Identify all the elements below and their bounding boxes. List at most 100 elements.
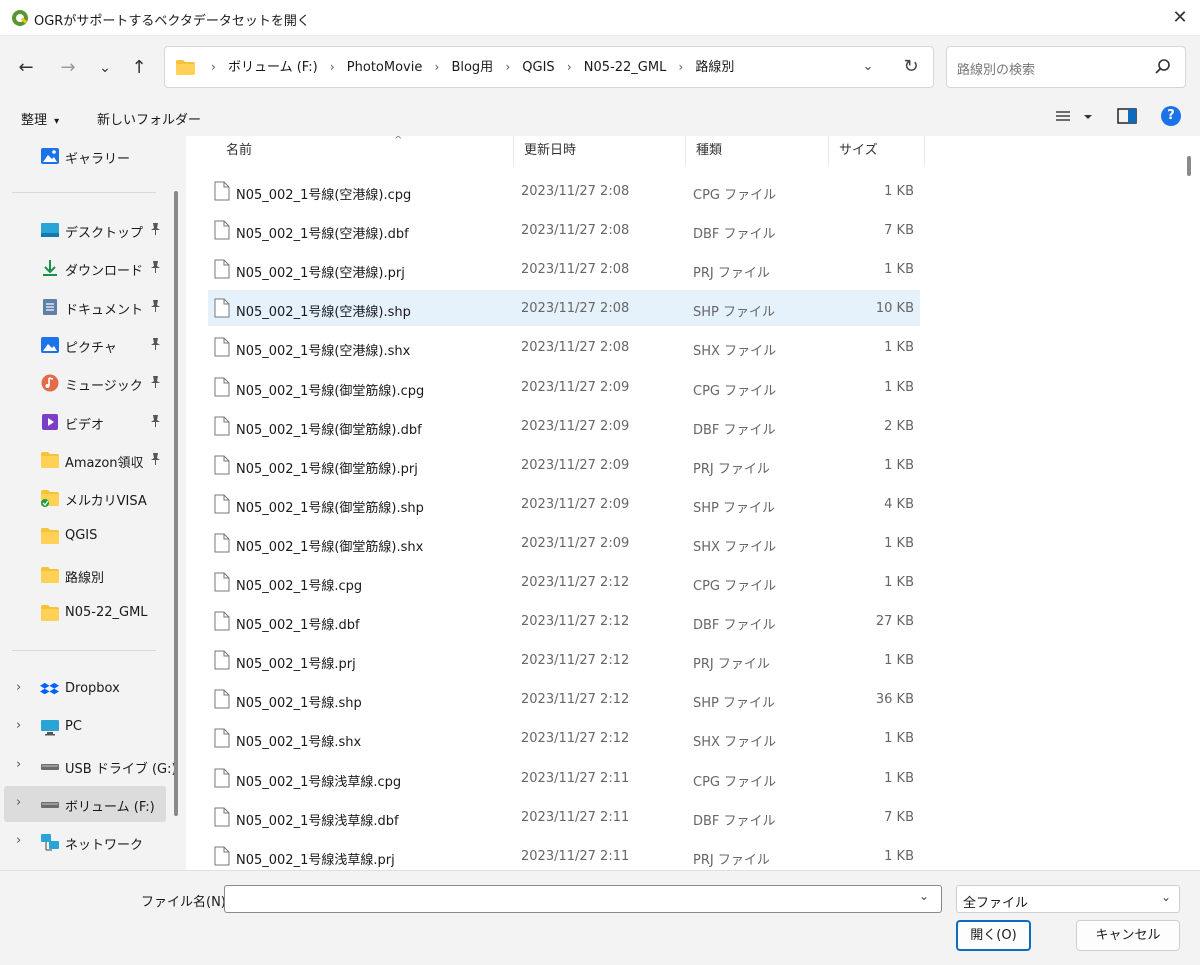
cancel-button[interactable]: キャンセル [1076, 920, 1180, 951]
network-icon [41, 834, 59, 851]
chevron-right-icon[interactable]: › [16, 757, 21, 772]
sidebar-item-[interactable]: ダウンロード [0, 250, 166, 286]
filename-input[interactable] [224, 885, 942, 913]
chevron-right-icon[interactable]: › [16, 718, 21, 733]
help-icon[interactable]: ? [1161, 106, 1181, 126]
file-icon [214, 494, 230, 514]
refresh-button[interactable]: ↻ [899, 55, 923, 79]
file-type: PRJ ファイル [693, 852, 770, 868]
file-list-scrollbar[interactable] [1187, 156, 1191, 176]
column-header-type[interactable]: 種類 [686, 136, 829, 166]
forward-button[interactable]: → [55, 56, 81, 80]
sidebar-item-dropbox[interactable]: › Dropbox [0, 671, 166, 707]
search-input[interactable]: 路線別の検索 [946, 46, 1186, 88]
recent-locations-button[interactable]: ⌄ [92, 56, 118, 80]
file-row[interactable]: N05_002_1号線(空港線).shp 2023/11/27 2:08 SHP フ… [208, 290, 920, 327]
file-name: N05_002_1号線(御堂筋線).prj [236, 461, 418, 477]
breadcrumb-separator[interactable]: › [678, 60, 683, 74]
filetype-dropdown-icon: ⌄ [1161, 890, 1172, 904]
file-row[interactable]: N05_002_1号線(空港線).dbf 2023/11/27 2:08 DBF フ… [208, 212, 920, 248]
breadcrumb-item-photomovie[interactable]: PhotoMovie [347, 60, 423, 75]
file-modified-date: 2023/11/27 2:08 [521, 301, 630, 317]
title-bar: OGRがサポートするベクタデータセットを開く ✕ [0, 0, 1200, 36]
breadcrumb-item-qgis[interactable]: QGIS [522, 60, 554, 75]
file-type: SHP ファイル [693, 500, 775, 516]
sidebar-item-[interactable]: ドキュメント [0, 289, 166, 325]
back-button[interactable]: ← [13, 56, 39, 80]
organize-button[interactable]: 整理 ▾ [21, 109, 59, 128]
sidebar-item-visa[interactable]: メルカリVISA [0, 480, 166, 516]
file-row[interactable]: N05_002_1号線(御堂筋線).dbf 2023/11/27 2:09 DBF … [208, 408, 920, 444]
sidebar-divider [12, 650, 156, 651]
breadcrumb-item-n05-22-gml[interactable]: N05-22_GML [584, 60, 667, 75]
column-header-name[interactable]: 名前 ^ [216, 136, 514, 166]
file-row[interactable]: N05_002_1号線(御堂筋線).shx 2023/11/27 2:09 SHX … [208, 525, 920, 561]
sidebar-item-[interactable]: ビデオ [0, 404, 166, 440]
file-name: N05_002_1号線.dbf [236, 618, 360, 634]
sidebar-item-pc[interactable]: › PC [0, 709, 166, 745]
file-size: 1 KB [884, 379, 914, 395]
file-row[interactable]: N05_002_1号線浅草線.dbf 2023/11/27 2:11 DBF ファイ… [208, 799, 920, 835]
file-row[interactable]: N05_002_1号線(空港線).cpg 2023/11/27 2:08 CPG フ… [208, 173, 920, 209]
sidebar-item-amazon[interactable]: Amazon領収 [0, 442, 166, 478]
breadcrumb-separator[interactable]: › [330, 60, 335, 74]
sidebar-item-[interactable]: ピクチャ [0, 327, 166, 363]
sidebar-item-f[interactable]: › ボリューム (F:) [4, 785, 166, 822]
video-icon [42, 413, 58, 430]
file-row[interactable]: N05_002_1号線.prj 2023/11/27 2:12 PRJ ファイル 1 … [208, 642, 920, 678]
sidebar-item-qgis[interactable]: QGIS [0, 518, 166, 554]
filetype-select[interactable]: 全ファイル ⌄ [956, 885, 1180, 913]
pin-icon [150, 414, 161, 430]
view-options-icon[interactable] [1054, 108, 1094, 126]
search-icon[interactable] [1154, 58, 1172, 76]
breadcrumb-item-blog[interactable]: Blog用 [451, 60, 493, 75]
breadcrumb-separator[interactable]: › [505, 60, 510, 74]
file-row[interactable]: N05_002_1号線(御堂筋線).prj 2023/11/27 2:09 PRJ … [208, 447, 920, 483]
file-row[interactable]: N05_002_1号線浅草線.prj 2023/11/27 2:11 PRJ ファイ… [208, 838, 920, 870]
close-button[interactable]: ✕ [1168, 6, 1192, 30]
filename-dropdown-icon[interactable]: ⌄ [919, 889, 929, 903]
breadcrumb-item-rosen-betsu[interactable]: 路線別 [695, 60, 734, 75]
file-icon [214, 768, 230, 787]
file-row[interactable]: N05_002_1号線(御堂筋線).cpg 2023/11/27 2:09 CPG … [208, 369, 920, 405]
file-row[interactable]: N05_002_1号線(御堂筋線).shp 2023/11/27 2:09 SHP … [208, 486, 920, 522]
sidebar-divider [12, 192, 156, 193]
file-size: 1 KB [884, 848, 914, 864]
file-row[interactable]: N05_002_1号線(空港線).shx 2023/11/27 2:08 SHX フ… [208, 329, 920, 365]
new-folder-button[interactable]: 新しいフォルダー [97, 109, 201, 128]
chevron-right-icon[interactable]: › [16, 833, 21, 848]
breadcrumb-separator[interactable]: › [434, 60, 439, 74]
sidebar-scrollbar[interactable] [174, 191, 178, 816]
file-icon [214, 572, 230, 592]
sidebar-item-usb-g[interactable]: › USB ドライブ (G:) [0, 748, 177, 784]
pin-icon [150, 452, 161, 468]
column-header-date[interactable]: 更新日時 [514, 136, 686, 166]
address-bar[interactable]: › ボリューム (F:) › PhotoMovie › Blog用 › QGIS… [164, 46, 934, 88]
sidebar-item-[interactable]: 路線別 [0, 557, 166, 593]
address-history-dropdown[interactable]: ⌄ [857, 56, 879, 78]
sidebar-item-[interactable]: デスクトップ [0, 212, 166, 248]
chevron-right-icon[interactable]: › [16, 680, 21, 695]
chevron-right-icon[interactable]: › [16, 795, 21, 810]
up-button[interactable]: ↑ [126, 56, 152, 80]
file-type: SHX ファイル [693, 539, 777, 555]
sidebar-item-n05-22-gml[interactable]: N05-22_GML [0, 595, 166, 631]
file-icon [214, 377, 230, 396]
breadcrumb-item-volume-f[interactable]: ボリューム (F:) [228, 60, 318, 75]
pin-icon [150, 223, 161, 238]
file-size: 2 KB [884, 418, 914, 434]
column-header-size[interactable]: サイズ [829, 136, 925, 166]
file-icon [214, 455, 230, 475]
file-row[interactable]: N05_002_1号線.shp 2023/11/27 2:12 SHP ファイル 36… [208, 681, 920, 717]
breadcrumb-separator[interactable]: › [567, 60, 572, 74]
sidebar-item-[interactable]: ギャラリー [0, 138, 166, 174]
file-row[interactable]: N05_002_1号線(空港線).prj 2023/11/27 2:08 PRJ フ… [208, 251, 920, 287]
file-row[interactable]: N05_002_1号線.shx 2023/11/27 2:12 SHX ファイル 1 … [208, 720, 920, 756]
file-row[interactable]: N05_002_1号線.dbf 2023/11/27 2:12 DBF ファイル 27… [208, 603, 920, 639]
preview-pane-icon[interactable] [1117, 107, 1137, 125]
file-row[interactable]: N05_002_1号線浅草線.cpg 2023/11/27 2:11 CPG ファイ… [208, 760, 920, 796]
open-button[interactable]: 開く(O) [956, 920, 1031, 951]
sidebar-item-[interactable]: › ネットワーク [0, 824, 166, 860]
sidebar-item-[interactable]: ミュージック [0, 365, 166, 401]
file-row[interactable]: N05_002_1号線.cpg 2023/11/27 2:12 CPG ファイル 1 … [208, 564, 920, 600]
